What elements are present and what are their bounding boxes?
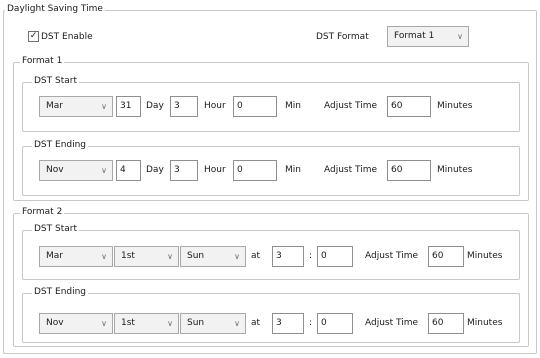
format1-ending-minutes-label: Minutes <box>437 165 473 175</box>
chevron-down-icon: ∨ <box>167 252 173 261</box>
format1-start-minutes-label: Minutes <box>437 101 473 111</box>
format1-start-month-value: Mar <box>46 101 63 111</box>
format1-ending-day-input[interactable]: 4 <box>116 160 141 181</box>
format1-dst-ending-title: DST Ending <box>32 140 89 150</box>
daylight-saving-time-title: Daylight Saving Time <box>5 4 105 14</box>
format2-ending-adjust-input[interactable]: 60 <box>428 313 464 334</box>
format1-start-adjust-input[interactable]: 60 <box>387 96 431 117</box>
format1-title: Format 1 <box>20 56 65 66</box>
format1-start-hour-input[interactable]: 3 <box>170 96 198 117</box>
format2-ending-colon: : <box>309 318 313 328</box>
dst-format-value: Format 1 <box>394 31 435 41</box>
format2-ending-weekday-select[interactable]: Sun ∨ <box>180 313 246 334</box>
chevron-down-icon: ∨ <box>167 319 173 328</box>
format1-ending-hour-label: Hour <box>204 165 226 175</box>
format2-start-week-value: 1st <box>121 251 135 261</box>
chevron-down-icon: ∨ <box>234 319 240 328</box>
dst-enable-checkbox[interactable]: ✓ <box>28 31 39 42</box>
format1-ending-min-input[interactable]: 0 <box>233 160 277 181</box>
format2-ending-minutes-label: Minutes <box>467 318 503 328</box>
format2-start-minutes-label: Minutes <box>467 251 503 261</box>
format2-dst-start-title: DST Start <box>32 224 79 234</box>
format1-ending-month-select[interactable]: Nov ∨ <box>39 160 113 181</box>
format1-start-day-label: Day <box>146 101 164 111</box>
format1-start-day-input[interactable]: 31 <box>116 96 141 117</box>
format1-dst-start-title: DST Start <box>32 76 79 86</box>
format2-start-min-input[interactable]: 0 <box>317 246 353 267</box>
format2-ending-weekday-value: Sun <box>187 318 205 328</box>
format2-start-month-value: Mar <box>46 251 63 261</box>
format1-ending-min-label: Min <box>285 165 301 175</box>
format2-start-colon: : <box>309 251 313 261</box>
format2-start-adjust-input[interactable]: 60 <box>428 246 464 267</box>
format2-ending-month-select[interactable]: Nov ∨ <box>39 313 113 334</box>
chevron-down-icon: ∨ <box>234 252 240 261</box>
format1-start-min-input[interactable]: 0 <box>233 96 277 117</box>
format1-start-adjust-label: Adjust Time <box>324 101 378 111</box>
format2-start-weekday-value: Sun <box>187 251 205 261</box>
format2-ending-week-value: 1st <box>121 318 135 328</box>
format2-start-week-select[interactable]: 1st ∨ <box>114 246 179 267</box>
format1-ending-hour-input[interactable]: 3 <box>170 160 198 181</box>
format2-start-weekday-select[interactable]: Sun ∨ <box>180 246 246 267</box>
format1-ending-day-label: Day <box>146 165 164 175</box>
format1-start-month-select[interactable]: Mar ∨ <box>39 96 113 117</box>
chevron-down-icon: ∨ <box>457 32 463 41</box>
dst-format-select[interactable]: Format 1 ∨ <box>387 26 469 47</box>
format2-title: Format 2 <box>20 207 65 217</box>
format2-dst-ending-title: DST Ending <box>32 287 89 297</box>
format2-start-hour-input[interactable]: 3 <box>272 246 304 267</box>
format1-ending-adjust-input[interactable]: 60 <box>387 160 431 181</box>
dst-format-label: DST Format <box>316 32 369 42</box>
format2-start-adjust-label: Adjust Time <box>365 251 419 261</box>
format2-ending-adjust-label: Adjust Time <box>365 318 419 328</box>
chevron-down-icon: ∨ <box>101 252 107 261</box>
chevron-down-icon: ∨ <box>101 166 107 175</box>
dst-enable-label[interactable]: DST Enable <box>41 26 93 48</box>
format2-ending-at-label: at <box>251 318 261 328</box>
format2-ending-week-select[interactable]: 1st ∨ <box>114 313 179 334</box>
format1-start-min-label: Min <box>285 101 301 111</box>
format1-ending-month-value: Nov <box>46 165 64 175</box>
chevron-down-icon: ∨ <box>101 102 107 111</box>
chevron-down-icon: ∨ <box>101 319 107 328</box>
format2-start-at-label: at <box>251 251 261 261</box>
format2-start-month-select[interactable]: Mar ∨ <box>39 246 113 267</box>
format2-ending-hour-input[interactable]: 3 <box>272 313 304 334</box>
format2-ending-min-input[interactable]: 0 <box>317 313 353 334</box>
format2-ending-month-value: Nov <box>46 318 64 328</box>
format1-ending-adjust-label: Adjust Time <box>324 165 378 175</box>
format1-start-hour-label: Hour <box>204 101 226 111</box>
